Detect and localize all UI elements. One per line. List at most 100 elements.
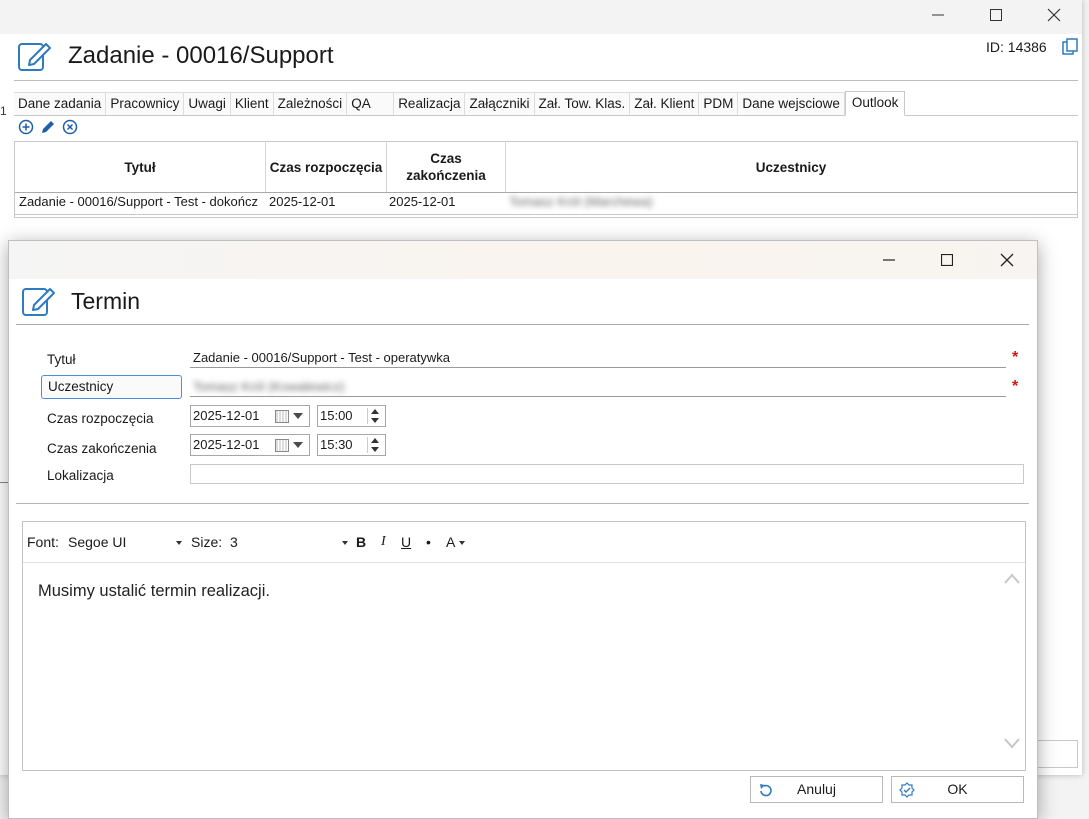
start-date-picker[interactable]: 2025-12-01 (190, 405, 310, 427)
tab-bar: Dane zadania Pracownicy Uwagi Klient Zal… (14, 91, 1078, 116)
title-label: Tytuł (47, 352, 76, 367)
start-time-value: 15:00 (320, 408, 353, 423)
cancel-button[interactable]: Anuluj (750, 776, 883, 803)
termin-dialog: Termin Tytuł Zadanie - 00016/Support - T… (8, 240, 1038, 819)
delete-circle-icon[interactable] (62, 119, 78, 135)
tab-pracownicy[interactable]: Pracownicy (106, 92, 185, 115)
font-color-button[interactable]: A (446, 534, 466, 550)
time-spinner[interactable] (367, 437, 383, 453)
tab-dane-wejsciowe[interactable]: Dane wejsciowe (738, 92, 845, 115)
vertical-scrollbar[interactable] (1001, 563, 1023, 768)
section-divider (16, 503, 1029, 504)
spin-up-icon[interactable] (371, 409, 379, 414)
participants-input[interactable]: Tomasz Król (Kowalewicz) (190, 377, 1006, 397)
chevron-down-icon[interactable] (293, 413, 303, 419)
dialog-maximize-button[interactable] (924, 245, 970, 275)
dialog-title-divider (16, 324, 1029, 325)
editor-content[interactable]: Musimy ustalić termin realizacji. (38, 582, 270, 601)
font-color-label: A (446, 534, 456, 550)
column-header-participants[interactable]: Uczestnicy (506, 142, 1076, 192)
maximize-button[interactable] (973, 0, 1019, 30)
check-badge-icon (899, 782, 915, 798)
chevron-down-icon[interactable] (176, 541, 182, 545)
close-icon (1047, 8, 1061, 22)
left-edge-marker: 1 (0, 104, 7, 118)
editor-toolbar: Font: Segoe UI Size: 3 B I U • A (23, 522, 1025, 563)
end-date-value: 2025-12-01 (193, 437, 260, 452)
close-button[interactable] (1031, 0, 1077, 30)
underline-button[interactable]: U (401, 534, 411, 550)
window-title: Zadanie - 00016/Support (68, 42, 334, 69)
tab-dane-zadania[interactable]: Dane zadania (14, 92, 107, 115)
spin-down-icon[interactable] (371, 418, 379, 423)
bold-button[interactable]: B (356, 534, 366, 550)
tab-zalaczniki[interactable]: Załączniki (465, 92, 535, 115)
dialog-close-button[interactable] (984, 245, 1030, 275)
tab-uwagi[interactable]: Uwagi (184, 92, 231, 115)
tab-qa[interactable]: QA (347, 92, 395, 115)
spin-down-icon[interactable] (371, 447, 379, 452)
record-id: ID: 14386 (986, 39, 1047, 55)
calendar-icon[interactable] (275, 410, 289, 423)
tab-outlook[interactable]: Outlook (844, 91, 906, 116)
column-header-title[interactable]: Tytuł (15, 142, 266, 192)
end-time-input[interactable]: 15:30 (317, 434, 386, 456)
edit-document-icon (20, 283, 56, 319)
calendar-icon[interactable] (275, 439, 289, 452)
size-label: Size: (191, 534, 223, 550)
pencil-icon[interactable] (40, 119, 56, 135)
cell-participants: Tomasz Król (Marchewa) (509, 194, 653, 209)
ok-button[interactable]: OK (891, 776, 1024, 803)
start-date-value: 2025-12-01 (193, 408, 260, 423)
font-label: Font: (27, 534, 59, 550)
chevron-down-icon[interactable] (342, 541, 348, 545)
tab-zaleznosci[interactable]: Zależności (273, 92, 348, 115)
required-marker: * (1012, 349, 1019, 366)
minimize-icon (883, 259, 895, 261)
title-input[interactable]: Zadanie - 00016/Support - Test - operaty… (190, 348, 1006, 368)
dialog-titlebar (9, 241, 1037, 279)
location-input[interactable] (190, 464, 1024, 484)
scroll-up-icon (1004, 573, 1020, 584)
tab-zal-tow-klas[interactable]: Zał. Tow. Klas. (534, 92, 631, 115)
bullet-button[interactable]: • (426, 534, 431, 550)
ok-label: OK (947, 781, 968, 797)
participants-value: Tomasz Król (Kowalewicz) (193, 379, 345, 394)
font-value: Segoe UI (68, 534, 127, 550)
tab-pdm[interactable]: PDM (699, 92, 739, 115)
undo-icon (760, 784, 772, 797)
chevron-down-icon[interactable] (293, 442, 303, 448)
start-time-input[interactable]: 15:00 (317, 405, 386, 427)
edit-document-icon (16, 38, 52, 74)
minimize-button[interactable] (915, 0, 961, 30)
start-label: Czas rozpoczęcia (47, 411, 154, 426)
column-header-end[interactable]: Czas zakończenia (387, 142, 506, 192)
main-titlebar (0, 0, 1082, 34)
tab-realizacja[interactable]: Realizacja (394, 92, 466, 115)
cell-end: 2025-12-01 (389, 194, 456, 209)
rich-text-editor: Font: Segoe UI Size: 3 B I U • A Musimy … (22, 521, 1026, 771)
grid-toolbar (18, 119, 78, 135)
location-label: Lokalizacja (47, 468, 114, 483)
required-marker: * (1012, 378, 1019, 395)
column-header-start[interactable]: Czas rozpoczęcia (266, 142, 387, 192)
spin-up-icon[interactable] (371, 438, 379, 443)
font-select[interactable]: Segoe UI (68, 534, 183, 550)
maximize-icon (990, 9, 1002, 21)
tab-zal-klient[interactable]: Zał. Klient (630, 92, 700, 115)
time-spinner[interactable] (367, 408, 383, 424)
main-bottom-button[interactable] (1034, 740, 1078, 768)
size-select[interactable]: 3 (230, 534, 348, 550)
end-time-value: 15:30 (320, 437, 353, 452)
dialog-minimize-button[interactable] (866, 245, 912, 275)
copy-icon[interactable] (1062, 38, 1078, 59)
end-label: Czas zakończenia (47, 441, 157, 456)
add-circle-icon[interactable] (18, 119, 34, 135)
italic-button[interactable]: I (381, 534, 386, 550)
end-date-picker[interactable]: 2025-12-01 (190, 434, 310, 456)
participants-button[interactable]: Uczestnicy (41, 375, 182, 399)
dialog-title: Termin (71, 288, 141, 314)
size-value: 3 (230, 534, 238, 550)
tab-klient[interactable]: Klient (230, 92, 274, 115)
chevron-down-icon[interactable] (459, 541, 466, 546)
